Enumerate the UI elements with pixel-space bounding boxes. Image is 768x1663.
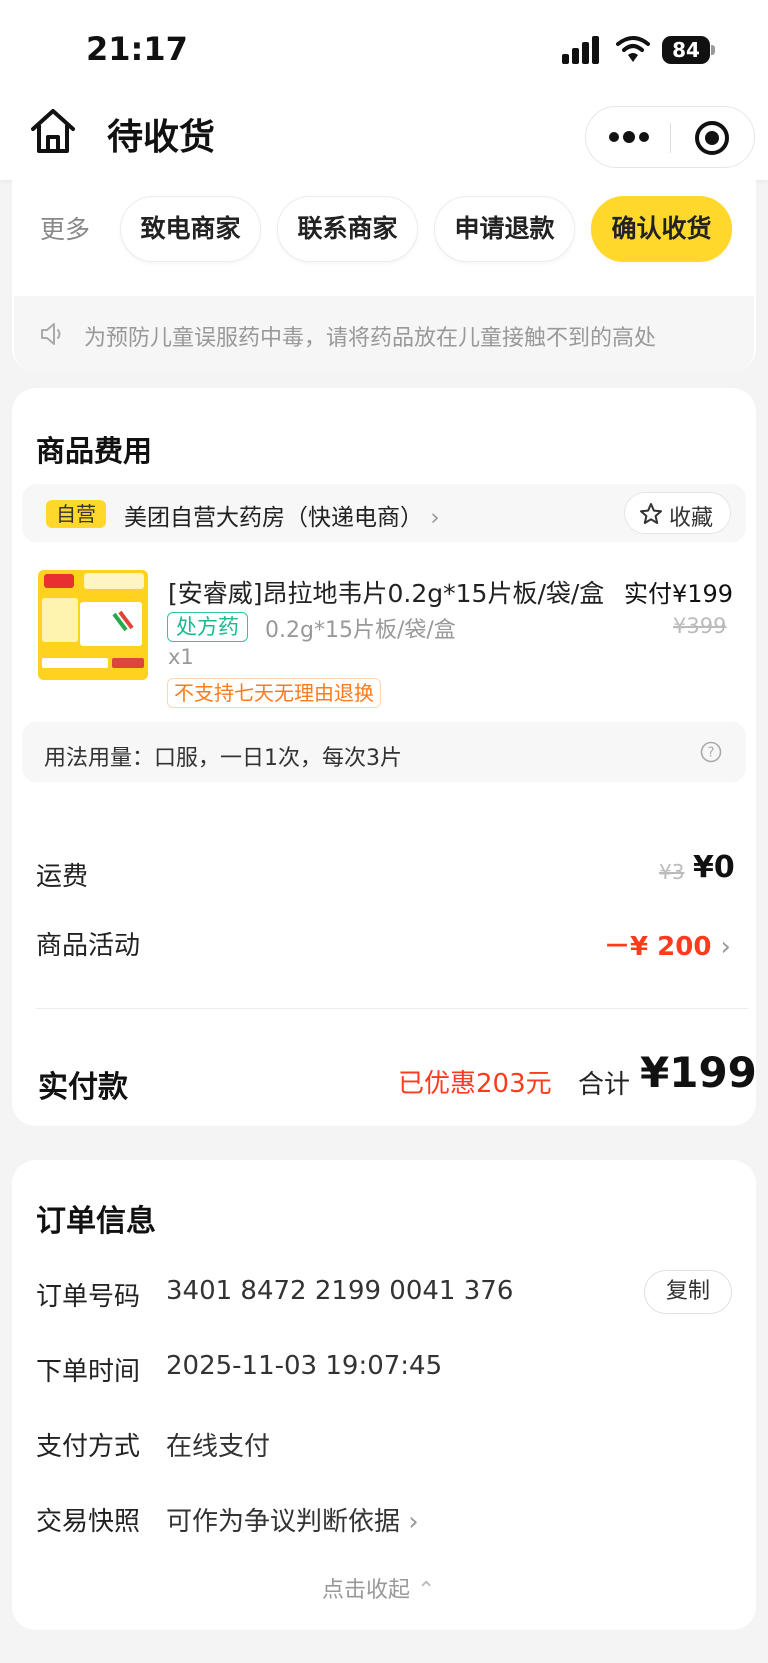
- fee-section-title: 商品费用: [36, 434, 153, 468]
- product-paid-price: 实付¥199: [624, 580, 734, 608]
- prescription-tag: 处方药: [167, 612, 248, 642]
- total-value: ¥199: [640, 1048, 757, 1097]
- collapse-toggle[interactable]: 点击收起 ⌃: [322, 1572, 435, 1604]
- cellular-signal-icon: [562, 36, 599, 64]
- product-quantity: x1: [168, 645, 194, 669]
- more-actions-link[interactable]: 更多: [40, 210, 90, 246]
- shipping-original: ¥3: [659, 860, 685, 884]
- battery-icon: 84: [662, 36, 715, 64]
- payment-method-value: 在线支付: [166, 1432, 271, 1462]
- mini-program-capsule: [585, 106, 755, 168]
- order-time-label: 下单时间: [36, 1357, 141, 1387]
- snapshot-link[interactable]: 可作为争议判断依据 ›: [166, 1501, 419, 1538]
- chevron-up-icon: ⌃: [417, 1578, 436, 1603]
- payment-label: 实付款: [38, 1070, 128, 1105]
- discount-saved: 已优惠203元: [398, 1069, 552, 1099]
- order-number-label: 订单号码: [36, 1282, 141, 1312]
- home-icon[interactable]: [28, 106, 78, 156]
- favorite-label: 收藏: [669, 506, 714, 531]
- page-title: 待收货: [107, 117, 216, 158]
- wifi-icon: [616, 36, 650, 62]
- promo-value[interactable]: －¥ 200 ›: [604, 926, 731, 963]
- payment-method-label: 支付方式: [36, 1432, 141, 1462]
- notice-text: 为预防儿童误服药中毒，请将药品放在儿童接触不到的高处: [84, 326, 657, 351]
- dosage-text: 用法用量：口服，一日1次，每次3片: [44, 746, 402, 771]
- total-label: 合计: [578, 1070, 631, 1100]
- product-spec: 0.2g*15片板/袋/盒: [265, 618, 456, 643]
- close-target-icon[interactable]: [694, 120, 730, 156]
- self-operated-badge: 自营: [46, 500, 106, 528]
- product-original-price: ¥399: [673, 614, 727, 638]
- more-dots-icon[interactable]: [608, 127, 650, 147]
- chevron-right-icon: ›: [720, 932, 731, 962]
- store-name[interactable]: 美团自营大药房（快递电商） ›: [124, 498, 440, 532]
- chevron-right-icon: ›: [400, 1507, 419, 1537]
- help-icon[interactable]: ?: [700, 741, 722, 763]
- product-image[interactable]: [38, 570, 148, 680]
- chevron-right-icon: ›: [430, 505, 440, 531]
- order-number-value: 3401 8472 2199 0041 376: [166, 1276, 514, 1306]
- snapshot-label: 交易快照: [36, 1507, 141, 1537]
- order-time-value: 2025-11-03 19:07:45: [166, 1351, 443, 1381]
- star-icon: [640, 503, 662, 524]
- shipping-current: ¥0: [693, 850, 735, 885]
- return-policy-tag: 不支持七天无理由退换: [167, 678, 381, 708]
- divider: [36, 1008, 748, 1009]
- shipping-label: 运费: [36, 862, 89, 892]
- order-info-title: 订单信息: [36, 1204, 156, 1239]
- favorite-button[interactable]: 收藏: [624, 492, 731, 534]
- product-name[interactable]: [安睿威]昂拉地韦片0.2g*15片板/袋/盒: [168, 574, 624, 610]
- refund-button[interactable]: 申请退款: [434, 196, 575, 262]
- speaker-icon: [41, 323, 61, 345]
- call-merchant-button[interactable]: 致电商家: [120, 196, 261, 262]
- contact-merchant-button[interactable]: 联系商家: [277, 196, 418, 262]
- promo-label: 商品活动: [36, 931, 141, 961]
- copy-button[interactable]: 复制: [644, 1270, 732, 1314]
- battery-level: 84: [662, 36, 710, 64]
- svg-text:?: ?: [708, 746, 715, 761]
- confirm-receipt-button[interactable]: 确认收货: [591, 196, 732, 262]
- status-time: 21:17: [86, 30, 188, 68]
